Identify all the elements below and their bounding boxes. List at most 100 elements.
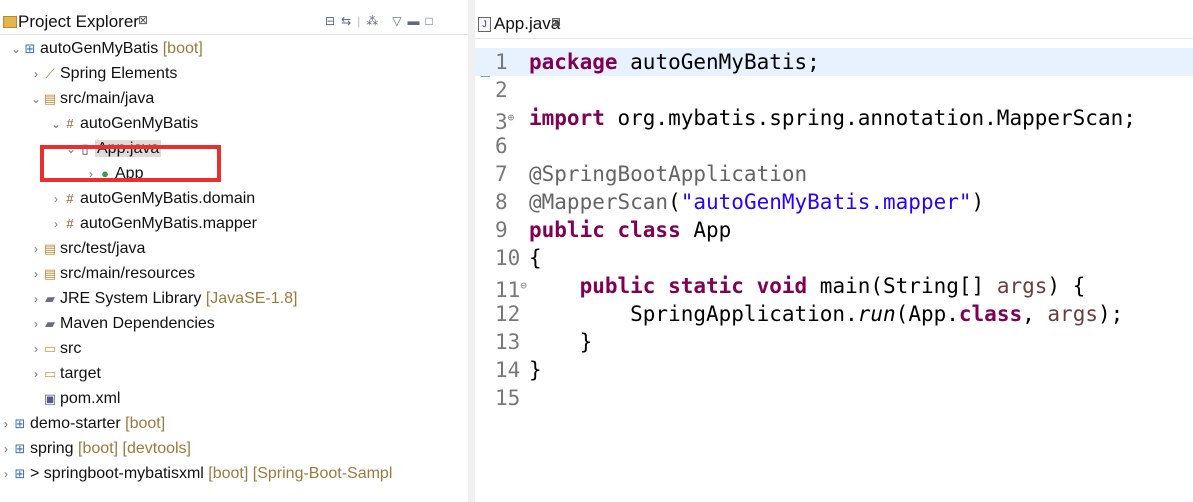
collapsed-chevron-icon[interactable]: › [50,212,62,237]
code-line[interactable]: 11⊖ public static void main(String[] arg… [475,272,1193,302]
collapsed-chevron-icon[interactable]: › [30,362,42,387]
tree-item-label-wrap: Spring Elements [60,65,177,82]
code-line[interactable]: 1 package autoGenMyBatis; [475,48,1193,76]
tree-row[interactable]: ⌄ # autoGenMyBatis [50,111,198,136]
collapsed-chevron-icon[interactable]: › [0,462,12,487]
fold-toggle-icon[interactable]: ⊕ [508,111,515,124]
tree-item-label: src/test/java [60,240,146,257]
code-line[interactable]: 10 { [475,244,1193,272]
tree-item-label: target [60,365,101,382]
tree-row[interactable]: ⌄ ▤ src/main/java [30,86,154,111]
tree-row[interactable]: › # autoGenMyBatis.mapper [50,211,257,236]
close-icon[interactable]: ⊠ [551,15,561,29]
code-token: ( [668,190,681,214]
link-with-editor-icon[interactable]: ⇆ [341,13,351,29]
tree-row[interactable]: › ⊞ > springboot-mybatisxml [boot] [Spring… [0,461,392,486]
line-number: 9 [495,218,508,242]
tree-row[interactable]: › ▰ JRE System Library [JavaSE-1.8] [30,286,297,311]
tree-item-icon: ▭ [43,366,57,381]
collapsed-chevron-icon[interactable]: › [85,162,97,187]
line-number: 1 [495,50,508,74]
code-line[interactable]: 15 [475,384,1193,412]
tree-row[interactable]: › ● App [85,161,143,186]
code-line[interactable]: 2 [475,76,1193,104]
expanded-chevron-icon[interactable]: ⌄ [30,87,42,112]
code-token: import [529,106,605,130]
tree-row[interactable]: › ▭ src [30,336,81,361]
tree-item-label-wrap: target [60,365,101,382]
code-text: public static void main(String[] args) { [529,272,1086,300]
line-number: 10 [495,246,521,270]
collapse-all-icon[interactable]: ⊟ [325,13,335,29]
tree-item-label-wrap: demo-starter [boot] [30,415,165,432]
line-number: 15 [495,386,521,410]
tree-item-decoration: [boot] [Spring-Boot-Sampl [203,465,393,482]
collapsed-chevron-icon[interactable]: › [30,287,42,312]
code-token: @MapperScan [529,190,669,214]
focus-icon[interactable]: ⁂ [366,13,378,29]
maximize-icon[interactable]: □ [425,13,432,29]
code-text: public class App [529,216,731,244]
tree-row[interactable]: ▣ pom.xml [30,386,121,411]
tree-row[interactable]: › ⊞ spring [boot] [devtools] [0,436,191,461]
editor-tab[interactable]: J App.java ⊠ [475,10,1193,39]
code-line[interactable]: 9 public class App [475,216,1193,244]
collapsed-chevron-icon[interactable]: › [30,237,42,262]
tree-row[interactable]: › ▭ target [30,361,101,386]
tree-row[interactable]: › # autoGenMyBatis.domain [50,186,255,211]
code-line[interactable]: 7 @SpringBootApplication [475,160,1193,188]
tree-row[interactable]: › ▤ src/main/resources [30,261,195,286]
collapsed-chevron-icon[interactable]: › [0,412,12,437]
code-text: package autoGenMyBatis; [529,48,820,76]
collapsed-chevron-icon[interactable]: › [30,312,42,337]
pane-divider[interactable] [468,0,475,502]
tree-item-icon: ▤ [43,266,57,281]
tree-row[interactable]: › ▰ Maven Dependencies [30,311,215,336]
tree-item-label-wrap: App [115,165,143,182]
code-line[interactable]: 14} [475,356,1193,384]
expanded-chevron-icon[interactable]: ⌄ [65,137,77,162]
collapsed-chevron-icon[interactable]: › [0,437,12,462]
tree-item-icon: # [66,116,74,131]
collapsed-chevron-icon[interactable]: › [30,62,42,87]
code-token: class [958,302,1023,326]
code-token: public static void [579,274,808,298]
tree-row[interactable]: › ▤ src/test/java [30,236,145,261]
collapsed-chevron-icon[interactable]: › [50,187,62,212]
code-line[interactable]: 12 SpringApplication.run(App.class, args… [475,300,1193,328]
tree-row[interactable]: ⌄ ▯ App.java [65,136,162,162]
expanded-chevron-icon[interactable]: ⌄ [10,37,22,62]
tree-row[interactable]: › ⟋ Spring Elements [30,61,177,86]
collapsed-chevron-icon[interactable]: › [30,262,42,287]
view-menu-icon[interactable]: ▽ [392,13,401,29]
code-line[interactable]: 8 @MapperScan("autoGenMyBatis.mapper") [475,188,1193,216]
tree-item-label: autoGenMyBatis.domain [80,190,256,207]
tree-item-label-wrap: autoGenMyBatis [boot] [40,40,203,57]
code-line[interactable]: 6 [475,132,1193,160]
code-token: ); [1097,302,1124,326]
project-explorer-icon [3,16,17,28]
tree-item-label: JRE System Library [60,290,202,307]
code-line[interactable]: 3⊕ import org.mybatis.spring.annotation.M… [475,104,1193,134]
code-token: } [529,330,593,354]
collapsed-chevron-icon[interactable]: › [30,337,42,362]
toolbar-separator: | [357,14,361,28]
tree-item-label: autoGenMyBatis [40,40,159,57]
tree-item-icon: ▣ [43,391,57,406]
line-number: 8 [495,190,508,214]
tree-item-icon: ⟋ [45,66,55,81]
tree-item-label: src [60,340,82,357]
minimize-icon[interactable]: ▬ [407,13,419,29]
tree-item-icon: ⊞ [24,41,36,56]
tree-row[interactable]: ⌄ ⊞ autoGenMyBatis [boot] [10,36,203,61]
project-explorer-title[interactable]: Project Explorer [18,12,139,32]
code-line[interactable]: 13 } [475,328,1193,356]
code-text: SpringApplication.run(App.class, args); [529,300,1123,328]
tree-item-label: Spring Elements [60,65,178,82]
tree-row[interactable]: › ⊞ demo-starter [boot] [0,411,165,436]
code-token: package [529,50,618,74]
tree-item-icon: ⊞ [14,466,26,481]
close-icon[interactable]: ⊠ [138,13,148,27]
expanded-chevron-icon[interactable]: ⌄ [50,112,62,137]
fold-toggle-icon[interactable]: ⊖ [520,279,527,292]
